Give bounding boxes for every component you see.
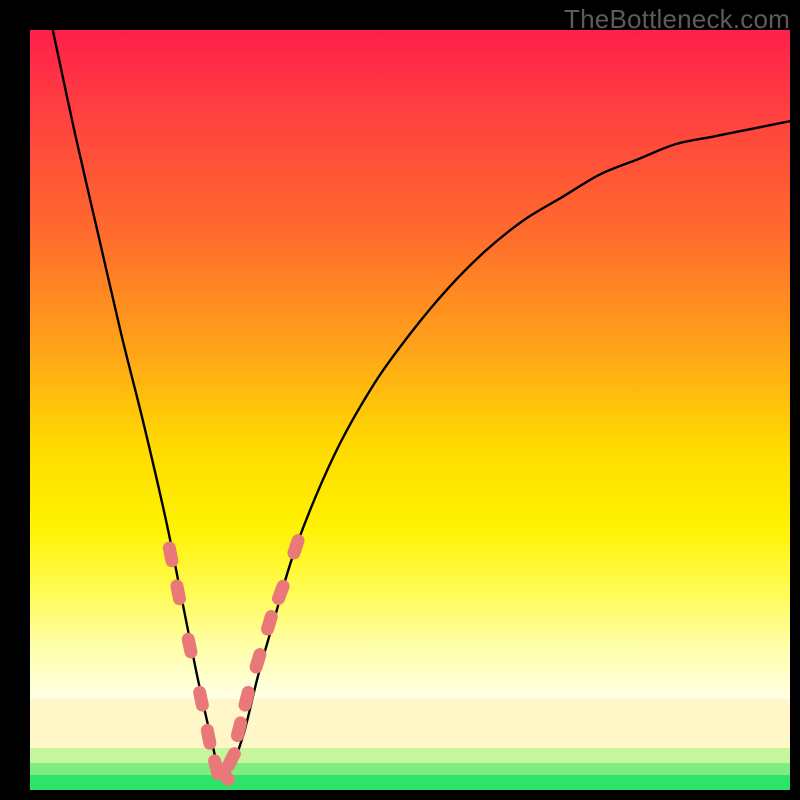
curve-marker [259,608,279,637]
curve-marker [237,685,256,713]
curve-marker [192,685,210,713]
curve-marker [200,723,218,751]
curve-marker [286,532,307,561]
curve-marker [169,578,187,606]
curve-marker [181,632,199,660]
outer-frame: TheBottleneck.com [0,0,800,800]
bottleneck-curve [53,30,790,779]
marker-group [162,532,307,788]
watermark-text: TheBottleneck.com [564,4,790,35]
plot-area [30,30,790,790]
curve-marker [162,540,180,568]
curve-layer [30,30,790,790]
curve-marker [230,715,249,743]
curve-marker [248,646,268,675]
curve-marker [270,578,291,607]
